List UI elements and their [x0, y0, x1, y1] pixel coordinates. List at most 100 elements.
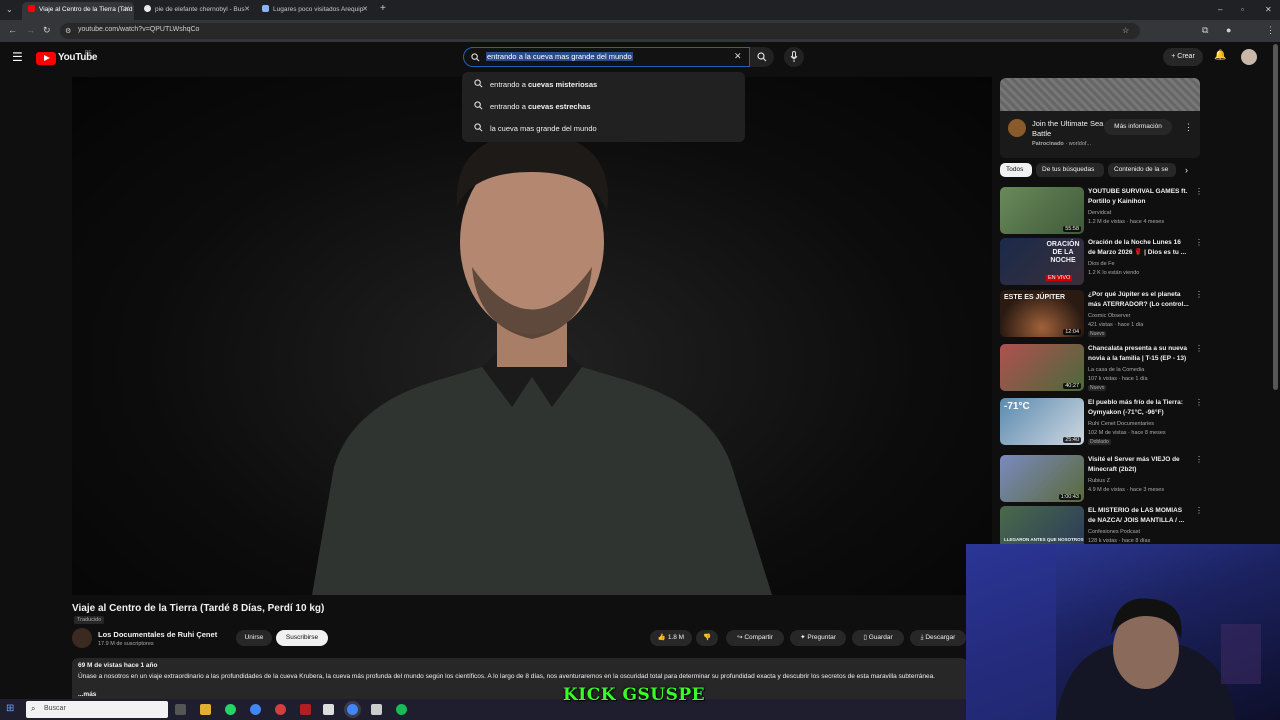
- dubbed-badge: Doblado: [1088, 439, 1111, 445]
- recommendation-channel: Dervidcat: [1088, 210, 1112, 216]
- app-icon[interactable]: [300, 704, 311, 715]
- create-button[interactable]: + Crear: [1163, 48, 1203, 66]
- page-favicon-icon: [262, 5, 269, 12]
- save-button[interactable]: ▯ Guardar: [852, 630, 904, 646]
- tab-lugares[interactable]: Lugares poco visitados Arequip ✕: [256, 2, 372, 20]
- video-player[interactable]: [72, 77, 992, 595]
- suggestion-item[interactable]: entrando a cuevas misteriosas: [462, 73, 745, 95]
- close-icon[interactable]: ✕: [124, 2, 130, 18]
- presenter-figure: [312, 132, 772, 595]
- duration-badge: 1:00:43: [1058, 494, 1081, 500]
- join-button[interactable]: Unirse: [236, 630, 272, 646]
- recommendation-item[interactable]: ESTE ES JÚPITER 12:04 ¿Por qué Júpiter e…: [1000, 290, 1203, 338]
- channel-name[interactable]: Los Documentales de Ruhi Çenet: [98, 630, 217, 639]
- create-label: Crear: [1177, 53, 1195, 60]
- ad-logo-icon: [1008, 119, 1026, 137]
- forward-icon[interactable]: →: [26, 25, 35, 36]
- url-field[interactable]: ⚙ youtube.com/watch?v=QPUTLWshqCo ☆: [60, 23, 1140, 39]
- ad-more-info-button[interactable]: Más información: [1104, 119, 1172, 135]
- subscribe-button[interactable]: Suscribirse: [276, 630, 328, 646]
- task-view-icon[interactable]: [175, 704, 186, 715]
- chip-de-tus-busquedas[interactable]: De tus búsquedas: [1036, 163, 1104, 177]
- new-badge: Nuevo: [1088, 385, 1107, 391]
- chip-todos[interactable]: Todos: [1000, 163, 1032, 177]
- ad-domain: worldof...: [1068, 141, 1092, 147]
- more-options-icon[interactable]: ⋮: [1195, 238, 1203, 247]
- like-count: 1.8 M: [667, 634, 685, 641]
- hamburger-menu-icon[interactable]: ☰: [12, 50, 23, 64]
- more-options-icon[interactable]: ⋮: [1195, 398, 1203, 407]
- channel-avatar[interactable]: [72, 628, 92, 648]
- tab-youtube-video[interactable]: Viaje al Centro de la Tierra (Tard ✕: [22, 2, 134, 20]
- minimize-icon[interactable]: –: [1218, 4, 1222, 15]
- show-more-link[interactable]: ...más: [78, 691, 96, 698]
- more-options-icon[interactable]: ⋮: [1195, 187, 1203, 196]
- menu-kebab-icon[interactable]: ⋮: [1266, 25, 1275, 36]
- file-explorer-icon[interactable]: [200, 704, 211, 715]
- tab-search-icon[interactable]: ⌄: [6, 4, 13, 15]
- ad-options-icon[interactable]: ⋮: [1184, 122, 1193, 133]
- back-icon[interactable]: ←: [8, 25, 17, 36]
- recommendation-channel: Ruhi Cenet Documentaries: [1088, 421, 1155, 427]
- download-button[interactable]: ⤓ Descargar: [910, 630, 966, 646]
- spotify-icon[interactable]: [396, 704, 407, 715]
- views-and-date: 69 M de vistas hace 1 año: [78, 662, 158, 669]
- youtube-logo-icon[interactable]: [36, 52, 56, 65]
- app-icon[interactable]: [371, 704, 382, 715]
- voice-search-button[interactable]: [784, 47, 804, 67]
- search-button[interactable]: [750, 47, 774, 67]
- window-close-icon[interactable]: ✕: [1265, 4, 1272, 15]
- whatsapp-icon[interactable]: [225, 704, 236, 715]
- bookmark-star-icon[interactable]: ☆: [1122, 25, 1129, 36]
- download-label: Descargar: [925, 634, 956, 641]
- recommendation-title: El pueblo más frío de la Tierra: Oymyako…: [1088, 399, 1183, 416]
- thumbs-up-icon: 👍: [657, 634, 666, 641]
- taskbar-search-field[interactable]: ⌕ Buscar: [26, 701, 168, 718]
- reload-icon[interactable]: ↻: [43, 25, 51, 36]
- app-icon[interactable]: [323, 704, 334, 715]
- search-icon: [471, 53, 480, 62]
- page-scrollbar[interactable]: [1273, 44, 1278, 390]
- save-label: Guardar: [868, 634, 893, 641]
- chrome-icon[interactable]: [250, 704, 261, 715]
- chevron-right-icon[interactable]: ›: [1185, 165, 1188, 175]
- sponsored-ad[interactable]: Join the Ultimate Sea Battle Patrocinado…: [1000, 78, 1200, 158]
- obs-icon[interactable]: [275, 704, 286, 715]
- chip-contenido[interactable]: Contenido de la se: [1108, 163, 1176, 177]
- dislike-button[interactable]: 👎: [696, 630, 718, 646]
- suggestion-prefix: la cueva mas grande del mundo: [490, 124, 597, 133]
- notifications-bell-icon[interactable]: 🔔: [1214, 50, 1226, 61]
- avatar[interactable]: [1241, 49, 1257, 65]
- recommendation-item[interactable]: 1:00:43 Visité el Server más VIEJO de Mi…: [1000, 455, 1203, 503]
- extensions-icon[interactable]: ⧉: [1202, 25, 1208, 36]
- like-button[interactable]: 👍 1.8 M: [650, 630, 692, 646]
- ad-sponsored-line: Patrocinado · worldof...: [1032, 141, 1092, 147]
- more-options-icon[interactable]: ⋮: [1195, 290, 1203, 299]
- recommendation-item[interactable]: 40:27 Chancalata presenta a su nueva nov…: [1000, 344, 1203, 392]
- share-button[interactable]: ↪ Compartir: [726, 630, 784, 646]
- recommendation-channel: Cosmic Observer: [1088, 313, 1131, 319]
- new-tab-icon[interactable]: +: [380, 3, 386, 14]
- site-info-icon[interactable]: ⚙: [65, 26, 71, 37]
- clear-search-icon[interactable]: ✕: [734, 51, 742, 62]
- recommendation-item[interactable]: -71°C 25:40 El pueblo más frío de la Tie…: [1000, 398, 1203, 446]
- recommendation-item[interactable]: 55:58 YOUTUBE SURVIVAL GAMES ft. Portill…: [1000, 187, 1203, 235]
- more-options-icon[interactable]: ⋮: [1195, 344, 1203, 353]
- recommendation-channel: Rubius Z: [1088, 478, 1111, 484]
- close-icon[interactable]: ✕: [244, 2, 250, 18]
- recommendation-channel: Dios de Fe: [1088, 261, 1115, 267]
- tab-google-search[interactable]: pie de elefante chernobyl - Bus ✕: [138, 2, 254, 20]
- more-options-icon[interactable]: ⋮: [1195, 506, 1203, 515]
- search-input[interactable]: entrando a la cueva mas grande del mundo…: [463, 47, 750, 67]
- maximize-icon[interactable]: ▫: [1241, 4, 1244, 15]
- recommendation-item[interactable]: ORACIÓN DE LA NOCHE EN VIVO Oración de l…: [1000, 238, 1203, 286]
- suggestion-item[interactable]: la cueva mas grande del mundo: [462, 117, 745, 139]
- more-options-icon[interactable]: ⋮: [1195, 455, 1203, 464]
- ask-button[interactable]: ✦ Preguntar: [790, 630, 846, 646]
- suggestion-item[interactable]: entrando a cuevas estrechas: [462, 95, 745, 117]
- search-icon: [757, 52, 767, 62]
- chrome-active-icon[interactable]: [347, 704, 358, 715]
- close-icon[interactable]: ✕: [362, 2, 368, 18]
- profile-icon[interactable]: ●: [1226, 25, 1231, 36]
- windows-start-icon[interactable]: ⊞: [6, 703, 14, 714]
